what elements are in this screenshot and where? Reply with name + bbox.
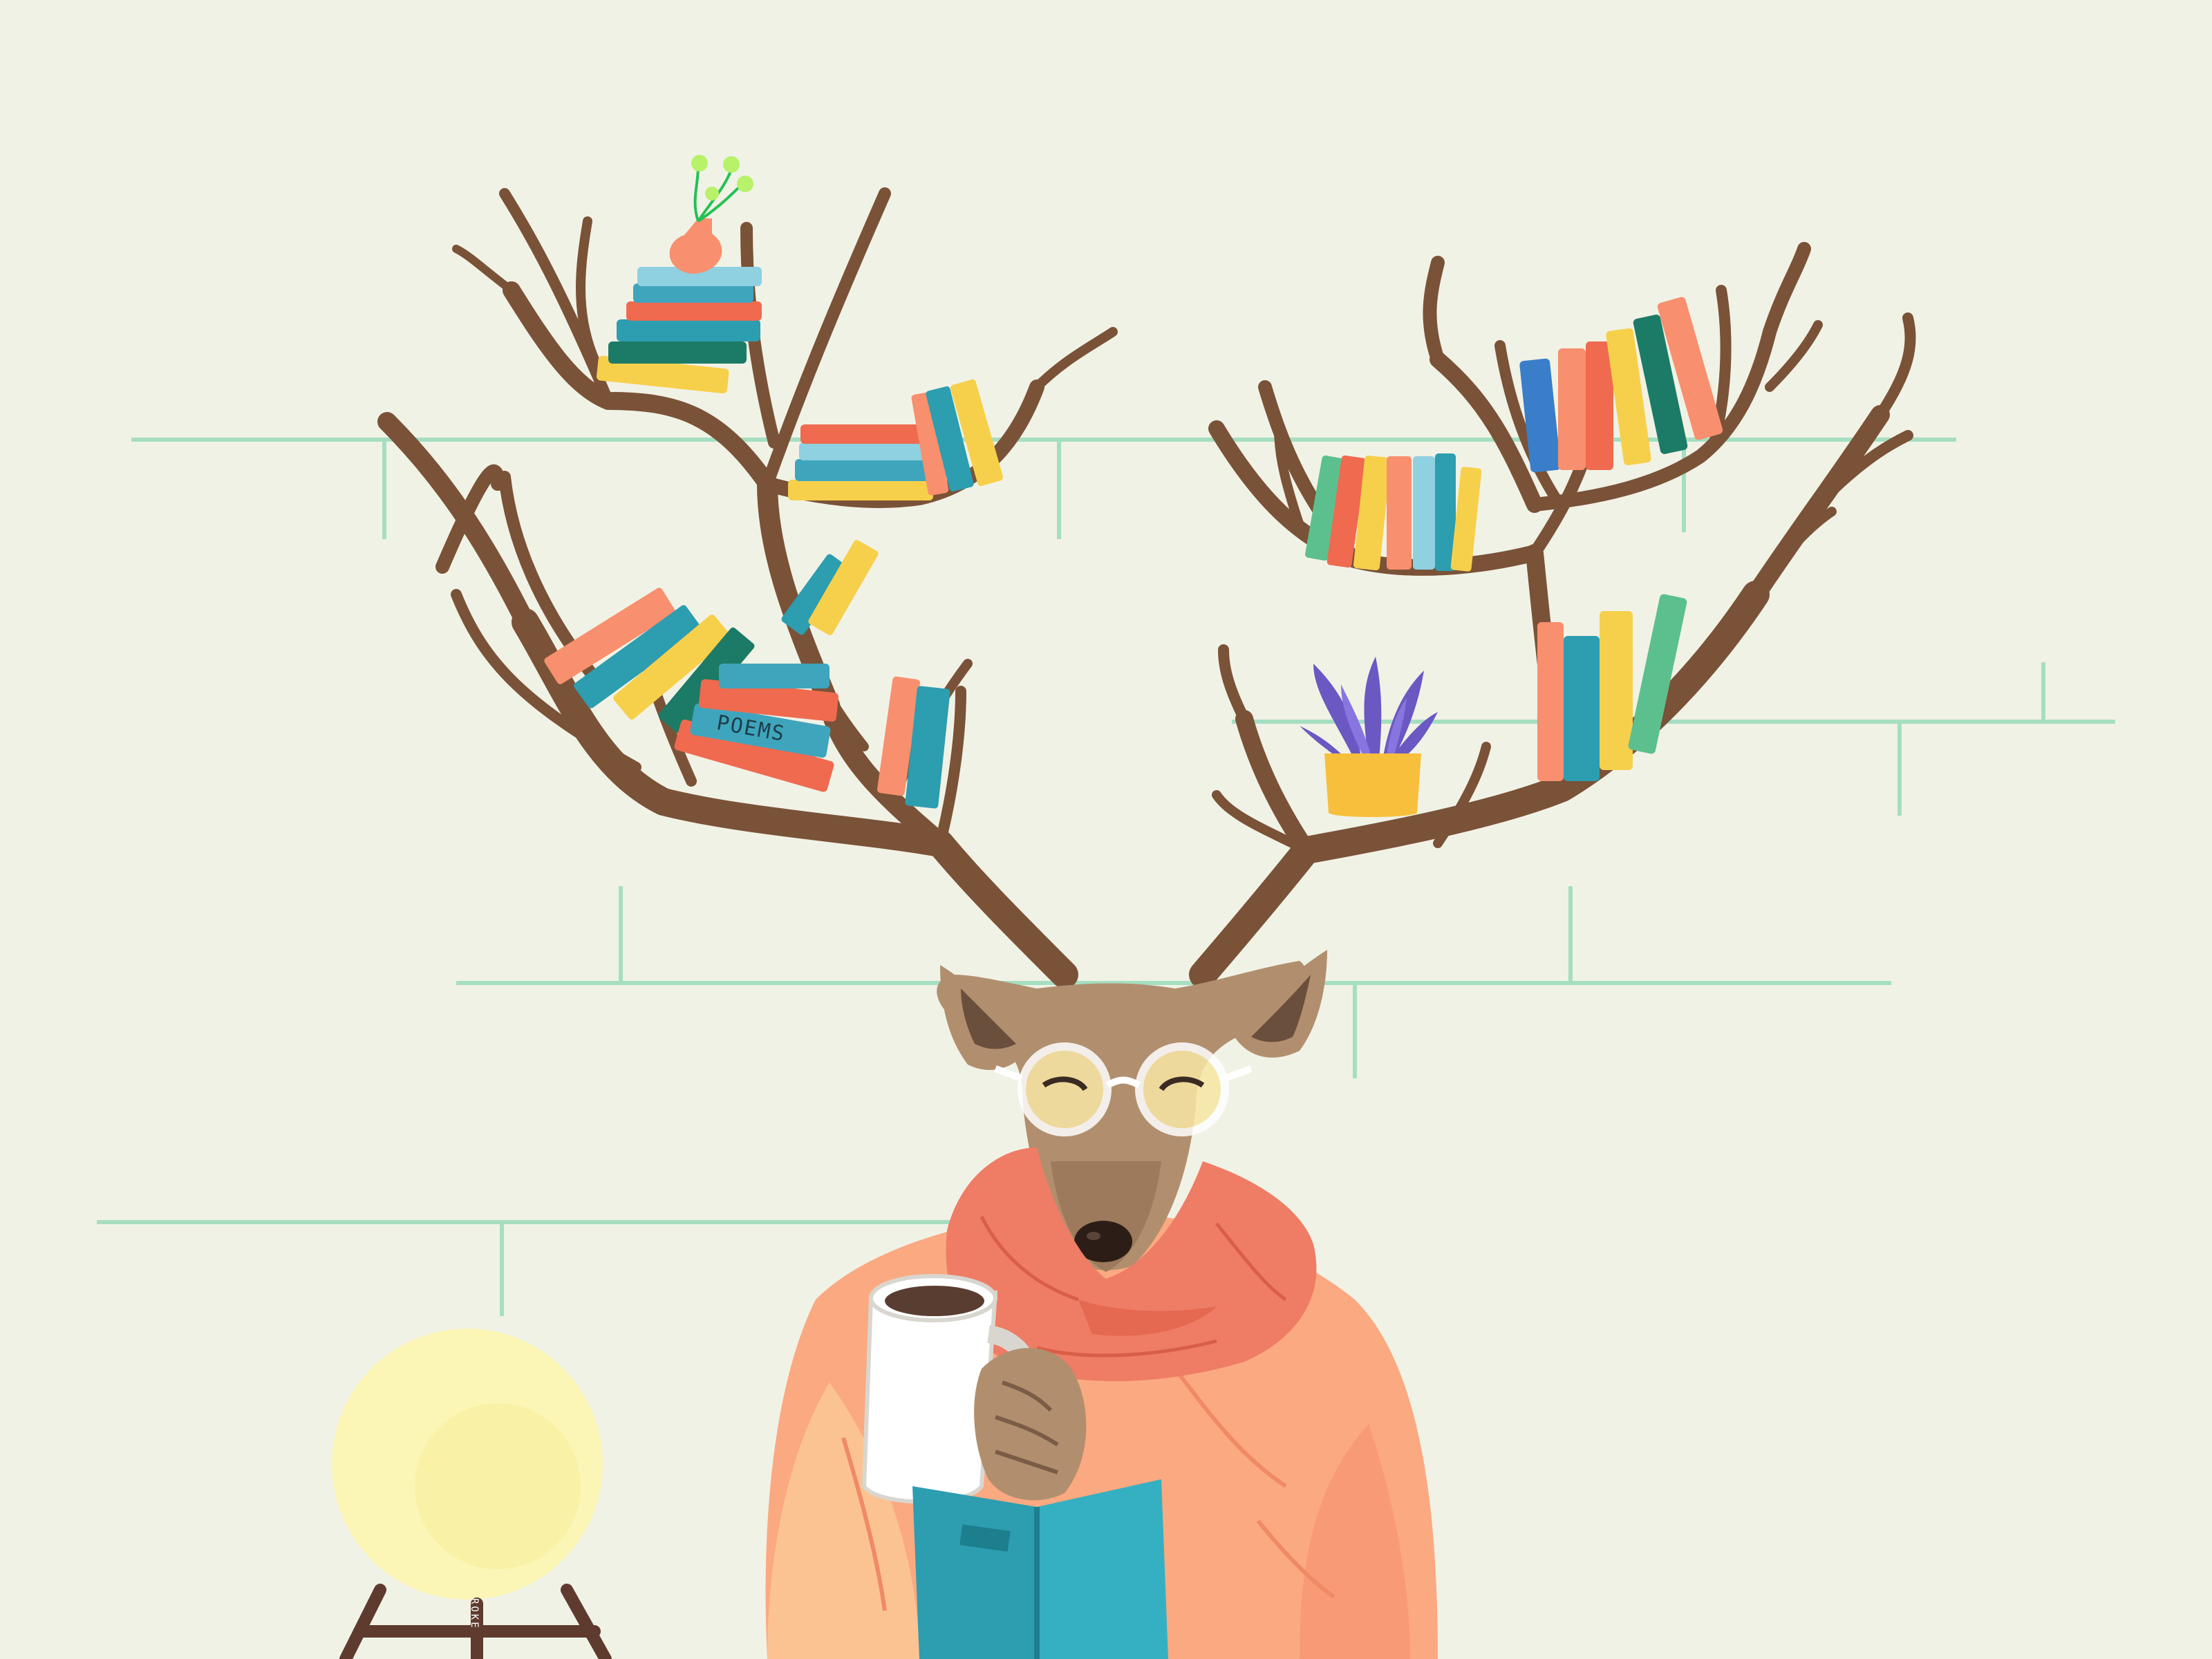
book-row-middle-right [1305,453,1482,572]
coffee [885,1286,984,1316]
plant-pot [1324,753,1421,817]
deer-hand [974,1348,1087,1501]
book-icon [912,1479,1168,1659]
lamp-maker-mark: ROKE [469,1598,480,1630]
deer-reading-illustration: POEMS ROKE [0,0,2212,1659]
